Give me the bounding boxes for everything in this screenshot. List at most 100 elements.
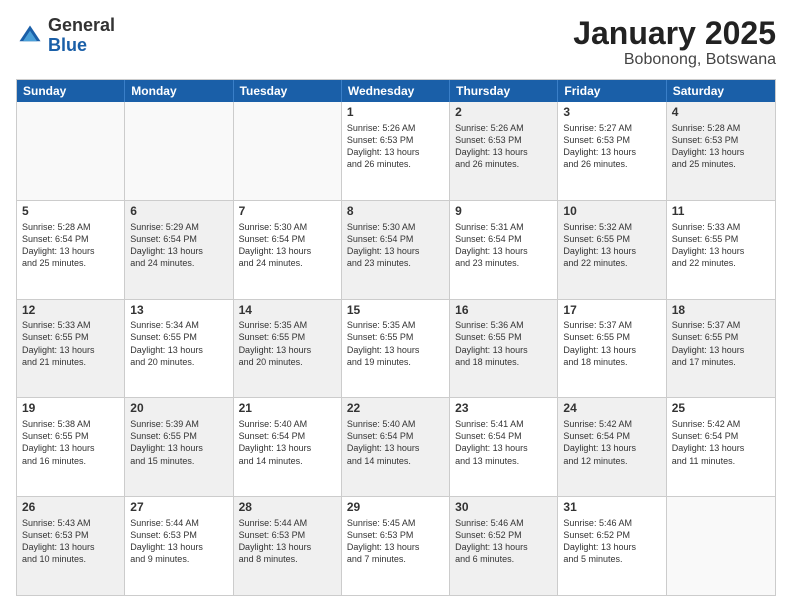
cal-day-5: 5Sunrise: 5:28 AM Sunset: 6:54 PM Daylig… bbox=[17, 201, 125, 299]
cell-info: Sunrise: 5:45 AM Sunset: 6:53 PM Dayligh… bbox=[347, 517, 444, 566]
day-number: 27 bbox=[130, 500, 227, 516]
cal-day-8: 8Sunrise: 5:30 AM Sunset: 6:54 PM Daylig… bbox=[342, 201, 450, 299]
cal-day-26: 26Sunrise: 5:43 AM Sunset: 6:53 PM Dayli… bbox=[17, 497, 125, 595]
cal-day-2: 2Sunrise: 5:26 AM Sunset: 6:53 PM Daylig… bbox=[450, 102, 558, 200]
day-number: 28 bbox=[239, 500, 336, 516]
day-number: 26 bbox=[22, 500, 119, 516]
day-number: 13 bbox=[130, 303, 227, 319]
cal-day-16: 16Sunrise: 5:36 AM Sunset: 6:55 PM Dayli… bbox=[450, 300, 558, 398]
cal-day-3: 3Sunrise: 5:27 AM Sunset: 6:53 PM Daylig… bbox=[558, 102, 666, 200]
cell-info: Sunrise: 5:38 AM Sunset: 6:55 PM Dayligh… bbox=[22, 418, 119, 467]
month-title: January 2025 bbox=[573, 16, 776, 51]
logo-general: General bbox=[48, 15, 115, 35]
cell-info: Sunrise: 5:31 AM Sunset: 6:54 PM Dayligh… bbox=[455, 221, 552, 270]
day-number: 9 bbox=[455, 204, 552, 220]
calendar: SundayMondayTuesdayWednesdayThursdayFrid… bbox=[16, 79, 776, 596]
cell-info: Sunrise: 5:26 AM Sunset: 6:53 PM Dayligh… bbox=[347, 122, 444, 171]
header-day-friday: Friday bbox=[558, 80, 666, 102]
cell-info: Sunrise: 5:39 AM Sunset: 6:55 PM Dayligh… bbox=[130, 418, 227, 467]
cal-day-10: 10Sunrise: 5:32 AM Sunset: 6:55 PM Dayli… bbox=[558, 201, 666, 299]
cell-info: Sunrise: 5:35 AM Sunset: 6:55 PM Dayligh… bbox=[347, 319, 444, 368]
cal-day-29: 29Sunrise: 5:45 AM Sunset: 6:53 PM Dayli… bbox=[342, 497, 450, 595]
header-day-tuesday: Tuesday bbox=[234, 80, 342, 102]
cal-day-12: 12Sunrise: 5:33 AM Sunset: 6:55 PM Dayli… bbox=[17, 300, 125, 398]
cal-day-9: 9Sunrise: 5:31 AM Sunset: 6:54 PM Daylig… bbox=[450, 201, 558, 299]
day-number: 10 bbox=[563, 204, 660, 220]
day-number: 16 bbox=[455, 303, 552, 319]
cell-info: Sunrise: 5:37 AM Sunset: 6:55 PM Dayligh… bbox=[672, 319, 770, 368]
cal-day-28: 28Sunrise: 5:44 AM Sunset: 6:53 PM Dayli… bbox=[234, 497, 342, 595]
calendar-header: SundayMondayTuesdayWednesdayThursdayFrid… bbox=[17, 80, 775, 102]
cell-info: Sunrise: 5:27 AM Sunset: 6:53 PM Dayligh… bbox=[563, 122, 660, 171]
day-number: 24 bbox=[563, 401, 660, 417]
cal-empty-0-0 bbox=[17, 102, 125, 200]
day-number: 21 bbox=[239, 401, 336, 417]
cal-day-14: 14Sunrise: 5:35 AM Sunset: 6:55 PM Dayli… bbox=[234, 300, 342, 398]
cell-info: Sunrise: 5:36 AM Sunset: 6:55 PM Dayligh… bbox=[455, 319, 552, 368]
cal-day-11: 11Sunrise: 5:33 AM Sunset: 6:55 PM Dayli… bbox=[667, 201, 775, 299]
cell-info: Sunrise: 5:28 AM Sunset: 6:53 PM Dayligh… bbox=[672, 122, 770, 171]
calendar-row-1: 5Sunrise: 5:28 AM Sunset: 6:54 PM Daylig… bbox=[17, 200, 775, 299]
day-number: 29 bbox=[347, 500, 444, 516]
cell-info: Sunrise: 5:43 AM Sunset: 6:53 PM Dayligh… bbox=[22, 517, 119, 566]
cal-empty-0-2 bbox=[234, 102, 342, 200]
cell-info: Sunrise: 5:32 AM Sunset: 6:55 PM Dayligh… bbox=[563, 221, 660, 270]
cell-info: Sunrise: 5:40 AM Sunset: 6:54 PM Dayligh… bbox=[239, 418, 336, 467]
calendar-row-2: 12Sunrise: 5:33 AM Sunset: 6:55 PM Dayli… bbox=[17, 299, 775, 398]
day-number: 6 bbox=[130, 204, 227, 220]
day-number: 22 bbox=[347, 401, 444, 417]
cal-day-25: 25Sunrise: 5:42 AM Sunset: 6:54 PM Dayli… bbox=[667, 398, 775, 496]
cal-day-24: 24Sunrise: 5:42 AM Sunset: 6:54 PM Dayli… bbox=[558, 398, 666, 496]
header-day-sunday: Sunday bbox=[17, 80, 125, 102]
cell-info: Sunrise: 5:42 AM Sunset: 6:54 PM Dayligh… bbox=[672, 418, 770, 467]
cell-info: Sunrise: 5:42 AM Sunset: 6:54 PM Dayligh… bbox=[563, 418, 660, 467]
cal-day-17: 17Sunrise: 5:37 AM Sunset: 6:55 PM Dayli… bbox=[558, 300, 666, 398]
cal-day-22: 22Sunrise: 5:40 AM Sunset: 6:54 PM Dayli… bbox=[342, 398, 450, 496]
day-number: 14 bbox=[239, 303, 336, 319]
cell-info: Sunrise: 5:46 AM Sunset: 6:52 PM Dayligh… bbox=[455, 517, 552, 566]
day-number: 30 bbox=[455, 500, 552, 516]
day-number: 12 bbox=[22, 303, 119, 319]
header-day-thursday: Thursday bbox=[450, 80, 558, 102]
cell-info: Sunrise: 5:28 AM Sunset: 6:54 PM Dayligh… bbox=[22, 221, 119, 270]
logo-blue: Blue bbox=[48, 35, 87, 55]
header-day-saturday: Saturday bbox=[667, 80, 775, 102]
day-number: 1 bbox=[347, 105, 444, 121]
cal-day-6: 6Sunrise: 5:29 AM Sunset: 6:54 PM Daylig… bbox=[125, 201, 233, 299]
cal-empty-4-6 bbox=[667, 497, 775, 595]
calendar-row-3: 19Sunrise: 5:38 AM Sunset: 6:55 PM Dayli… bbox=[17, 397, 775, 496]
page: General Blue January 2025 Bobonong, Bots… bbox=[0, 0, 792, 612]
day-number: 2 bbox=[455, 105, 552, 121]
calendar-row-4: 26Sunrise: 5:43 AM Sunset: 6:53 PM Dayli… bbox=[17, 496, 775, 595]
cal-day-18: 18Sunrise: 5:37 AM Sunset: 6:55 PM Dayli… bbox=[667, 300, 775, 398]
cell-info: Sunrise: 5:44 AM Sunset: 6:53 PM Dayligh… bbox=[130, 517, 227, 566]
day-number: 25 bbox=[672, 401, 770, 417]
cell-info: Sunrise: 5:30 AM Sunset: 6:54 PM Dayligh… bbox=[347, 221, 444, 270]
cal-day-13: 13Sunrise: 5:34 AM Sunset: 6:55 PM Dayli… bbox=[125, 300, 233, 398]
day-number: 19 bbox=[22, 401, 119, 417]
cal-day-20: 20Sunrise: 5:39 AM Sunset: 6:55 PM Dayli… bbox=[125, 398, 233, 496]
cal-day-23: 23Sunrise: 5:41 AM Sunset: 6:54 PM Dayli… bbox=[450, 398, 558, 496]
cal-day-15: 15Sunrise: 5:35 AM Sunset: 6:55 PM Dayli… bbox=[342, 300, 450, 398]
logo-icon bbox=[16, 22, 44, 50]
cell-info: Sunrise: 5:26 AM Sunset: 6:53 PM Dayligh… bbox=[455, 122, 552, 171]
calendar-row-0: 1Sunrise: 5:26 AM Sunset: 6:53 PM Daylig… bbox=[17, 102, 775, 200]
cell-info: Sunrise: 5:33 AM Sunset: 6:55 PM Dayligh… bbox=[672, 221, 770, 270]
location: Bobonong, Botswana bbox=[573, 51, 776, 69]
logo: General Blue bbox=[16, 16, 115, 56]
cell-info: Sunrise: 5:44 AM Sunset: 6:53 PM Dayligh… bbox=[239, 517, 336, 566]
cell-info: Sunrise: 5:34 AM Sunset: 6:55 PM Dayligh… bbox=[130, 319, 227, 368]
header: General Blue January 2025 Bobonong, Bots… bbox=[16, 16, 776, 69]
cal-day-4: 4Sunrise: 5:28 AM Sunset: 6:53 PM Daylig… bbox=[667, 102, 775, 200]
header-day-monday: Monday bbox=[125, 80, 233, 102]
day-number: 31 bbox=[563, 500, 660, 516]
day-number: 4 bbox=[672, 105, 770, 121]
cell-info: Sunrise: 5:33 AM Sunset: 6:55 PM Dayligh… bbox=[22, 319, 119, 368]
cal-day-31: 31Sunrise: 5:46 AM Sunset: 6:52 PM Dayli… bbox=[558, 497, 666, 595]
cal-day-27: 27Sunrise: 5:44 AM Sunset: 6:53 PM Dayli… bbox=[125, 497, 233, 595]
cell-info: Sunrise: 5:37 AM Sunset: 6:55 PM Dayligh… bbox=[563, 319, 660, 368]
cal-day-1: 1Sunrise: 5:26 AM Sunset: 6:53 PM Daylig… bbox=[342, 102, 450, 200]
cell-info: Sunrise: 5:40 AM Sunset: 6:54 PM Dayligh… bbox=[347, 418, 444, 467]
day-number: 20 bbox=[130, 401, 227, 417]
day-number: 5 bbox=[22, 204, 119, 220]
